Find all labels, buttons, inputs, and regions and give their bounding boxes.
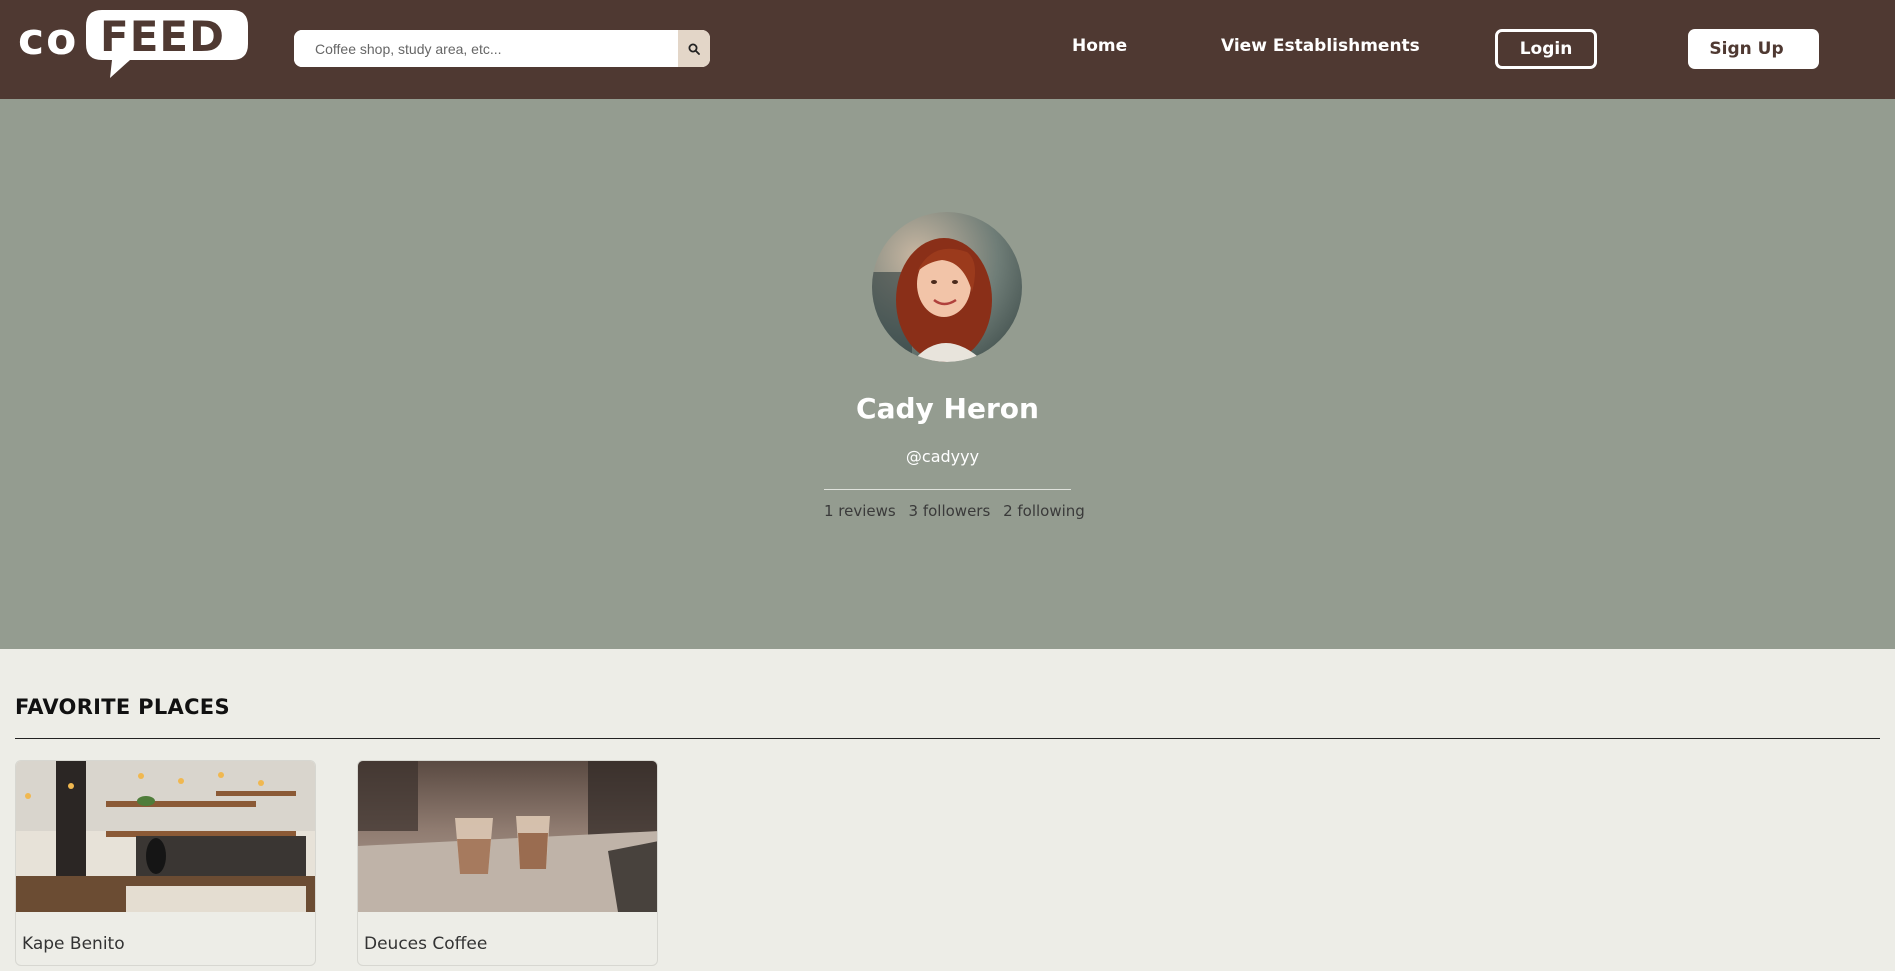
cafe-interior-image bbox=[16, 761, 315, 912]
navbar: co FEED Home View Establishments Login S… bbox=[0, 0, 1895, 99]
favorites-heading: FAVORITE PLACES bbox=[15, 695, 230, 719]
iced-coffee-image bbox=[358, 761, 657, 912]
search-input[interactable] bbox=[294, 30, 678, 67]
favorite-place-name: Deuces Coffee bbox=[364, 934, 488, 954]
favorite-place-card[interactable]: Deuces Coffee bbox=[357, 760, 658, 966]
search-icon bbox=[688, 43, 700, 55]
favorites-divider bbox=[15, 738, 1880, 739]
reviews-count[interactable]: 1 reviews bbox=[824, 502, 896, 520]
signup-button[interactable]: Sign Up bbox=[1688, 29, 1819, 69]
profile-name: Cady Heron bbox=[856, 392, 1039, 425]
search-button[interactable] bbox=[678, 30, 710, 67]
nav-view-establishments-link[interactable]: View Establishments bbox=[1221, 36, 1420, 56]
avatar bbox=[872, 212, 1022, 362]
search-bar bbox=[294, 30, 710, 67]
logo-feed-text: FEED bbox=[100, 12, 225, 61]
followers-count[interactable]: 3 followers bbox=[909, 502, 991, 520]
avatar-image bbox=[872, 212, 1022, 362]
favorite-place-name: Kape Benito bbox=[22, 934, 125, 954]
profile-divider bbox=[824, 489, 1071, 490]
profile-banner: Cady Heron @cadyyy 1 reviews 3 followers… bbox=[0, 99, 1895, 649]
profile-stats: 1 reviews 3 followers 2 following bbox=[824, 502, 1093, 520]
following-count[interactable]: 2 following bbox=[1003, 502, 1085, 520]
nav-home-link[interactable]: Home bbox=[1072, 36, 1127, 56]
profile-handle: @cadyyy bbox=[905, 447, 980, 466]
favorite-place-card[interactable]: Kape Benito bbox=[15, 760, 316, 966]
logo-co-text: co bbox=[18, 14, 79, 65]
cofeed-logo[interactable]: co FEED bbox=[14, 6, 250, 80]
login-button[interactable]: Login bbox=[1495, 29, 1597, 69]
